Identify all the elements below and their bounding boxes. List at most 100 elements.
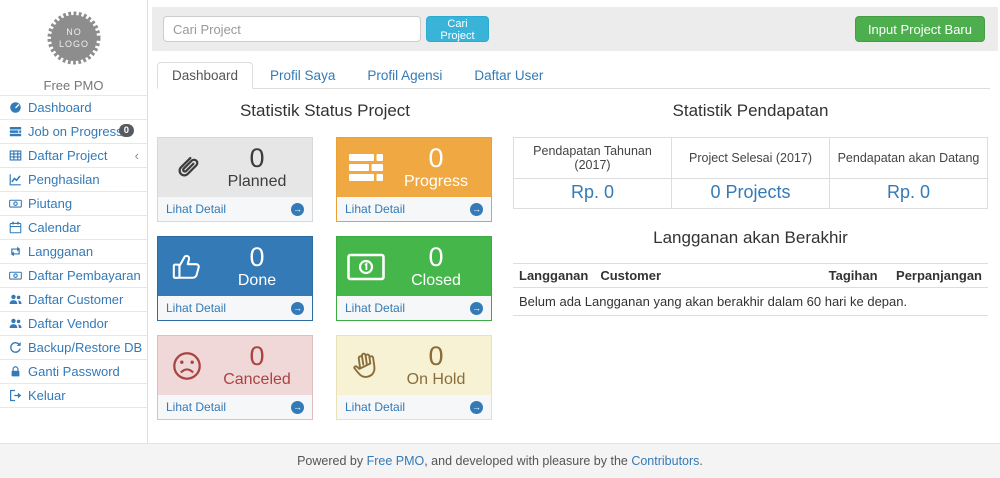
sidebar-menu: Dashboard Job on Progress 0 Daftar Proje…: [0, 95, 147, 408]
footer-text: .: [699, 454, 702, 468]
refresh-icon: [9, 341, 22, 354]
closed-count: 0: [387, 243, 485, 272]
subscription-table: Langganan Customer Tagihan Perpanjangan …: [513, 263, 988, 316]
page-footer: Powered by Free PMO, and developed with …: [0, 443, 1000, 478]
planned-label: Planned: [208, 173, 306, 191]
closed-label: Closed: [387, 272, 485, 290]
users-icon: [9, 317, 22, 330]
closed-detail-link[interactable]: Lihat Detail: [337, 296, 491, 320]
footer-text: Powered by: [297, 454, 366, 468]
brand: NO LOGO Free PMO: [0, 0, 147, 95]
sidebar-item-langganan[interactable]: Langganan: [0, 240, 147, 263]
arrow-circle-right-icon: [291, 302, 304, 315]
footer-text: , and developed with pleasure by the: [424, 454, 631, 468]
tasks-icon: [9, 125, 22, 138]
no-logo-seal: NO LOGO: [42, 6, 106, 70]
income-label: Pendapatan akan Datang: [830, 138, 988, 179]
frown-icon: [166, 350, 208, 382]
column-header: Langganan: [513, 264, 594, 288]
table-row: Belum ada Langganan yang akan berakhir d…: [513, 288, 988, 316]
sidebar-item-keluar[interactable]: Keluar: [0, 384, 147, 407]
sidebar-item-calendar[interactable]: Calendar: [0, 216, 147, 239]
sidebar: NO LOGO Free PMO Dashboard Job on Progre…: [0, 0, 148, 443]
sidebar-item-daftar-vendor[interactable]: Daftar Vendor: [0, 312, 147, 335]
card-done: 0 Done Lihat Detail: [157, 236, 313, 321]
income-label: Project Selesai (2017): [672, 138, 830, 179]
main-content: Cari Project Input Project Baru Dashboar…: [149, 0, 1000, 443]
money-icon: [9, 269, 22, 282]
search-button[interactable]: Cari Project: [426, 16, 489, 42]
done-count: 0: [208, 243, 306, 272]
tab-bar: Dashboard Profil Saya Profil Agensi Daft…: [157, 62, 990, 89]
hand-icon: [345, 350, 387, 382]
arrow-circle-right-icon: [291, 401, 304, 414]
retweet-icon: [9, 245, 22, 258]
sidebar-item-ganti-password[interactable]: Ganti Password: [0, 360, 147, 383]
canceled-detail-link[interactable]: Lihat Detail: [158, 395, 312, 419]
progress-detail-link[interactable]: Lihat Detail: [337, 197, 491, 221]
done-detail-link[interactable]: Lihat Detail: [158, 296, 312, 320]
sidebar-item-dashboard[interactable]: Dashboard: [0, 96, 147, 119]
tab-daftar-user[interactable]: Daftar User: [459, 62, 558, 89]
app-name: Free PMO: [0, 78, 147, 93]
tab-profil-saya[interactable]: Profil Saya: [255, 62, 350, 89]
arrow-circle-right-icon: [291, 203, 304, 216]
arrow-circle-right-icon: [470, 203, 483, 216]
dashboard-icon: [9, 101, 22, 114]
sidebar-item-daftar-customer[interactable]: Daftar Customer: [0, 288, 147, 311]
lock-icon: [9, 365, 22, 378]
subscription-section-title: Langganan akan Berakhir: [513, 227, 988, 249]
sidebar-item-job-on-progress[interactable]: Job on Progress 0: [0, 120, 147, 143]
income-section-title: Statistik Pendapatan: [513, 100, 988, 122]
sign-out-icon: [9, 389, 22, 402]
income-value-link[interactable]: Rp. 0: [571, 182, 614, 202]
progress-count: 0: [387, 144, 485, 173]
done-label: Done: [208, 272, 306, 290]
sidebar-item-penghasilan[interactable]: Penghasilan: [0, 168, 147, 191]
card-closed: 0 Closed Lihat Detail: [336, 236, 492, 321]
on-hold-label: On Hold: [387, 371, 485, 389]
progress-label: Progress: [387, 173, 485, 191]
line-chart-icon: [9, 173, 22, 186]
sidebar-item-daftar-project[interactable]: Daftar Project ‹: [0, 144, 147, 167]
card-on-hold: 0 On Hold Lihat Detail: [336, 335, 492, 420]
income-value-link[interactable]: Rp. 0: [887, 182, 930, 202]
on-hold-detail-link[interactable]: Lihat Detail: [337, 395, 491, 419]
calendar-icon: [9, 221, 22, 234]
arrow-circle-right-icon: [470, 401, 483, 414]
status-section: Statistik Status Project 0 Planned Lihat…: [157, 100, 493, 420]
canceled-count: 0: [208, 342, 306, 371]
card-progress: 0 Progress Lihat Detail: [336, 137, 492, 222]
free-pmo-link[interactable]: Free PMO: [367, 454, 425, 468]
topbar: Cari Project Input Project Baru: [152, 7, 998, 51]
planned-count: 0: [208, 144, 306, 173]
paperclip-icon: [166, 152, 208, 184]
column-header: Tagihan: [808, 264, 884, 288]
users-icon: [9, 293, 22, 306]
empty-message: Belum ada Langganan yang akan berakhir d…: [513, 288, 988, 316]
tasks-icon: [345, 153, 387, 183]
tab-profil-agensi[interactable]: Profil Agensi: [352, 62, 457, 89]
svg-text:NO: NO: [66, 27, 82, 37]
money-icon: [345, 252, 387, 282]
contributors-link[interactable]: Contributors: [631, 454, 699, 468]
right-column: Statistik Pendapatan Pendapatan Tahunan …: [513, 100, 988, 316]
table-icon: [9, 149, 22, 162]
money-icon: [9, 197, 22, 210]
tab-dashboard[interactable]: Dashboard: [157, 62, 253, 89]
planned-detail-link[interactable]: Lihat Detail: [158, 197, 312, 221]
sidebar-item-backup-restore-db[interactable]: Backup/Restore DB: [0, 336, 147, 359]
input-project-baru-button[interactable]: Input Project Baru: [855, 16, 985, 42]
thumbs-up-icon: [166, 251, 208, 283]
canceled-label: Canceled: [208, 371, 306, 389]
sidebar-item-daftar-pembayaran[interactable]: Daftar Pembayaran: [0, 264, 147, 287]
on-hold-count: 0: [387, 342, 485, 371]
arrow-circle-right-icon: [470, 302, 483, 315]
search-input[interactable]: [163, 16, 421, 42]
sidebar-item-piutang[interactable]: Piutang: [0, 192, 147, 215]
card-canceled: 0 Canceled Lihat Detail: [157, 335, 313, 420]
chevron-left-icon: ‹: [135, 147, 139, 164]
status-section-title: Statistik Status Project: [157, 100, 493, 122]
column-header: Perpanjangan: [884, 264, 988, 288]
income-value-link[interactable]: 0 Projects: [710, 182, 790, 202]
